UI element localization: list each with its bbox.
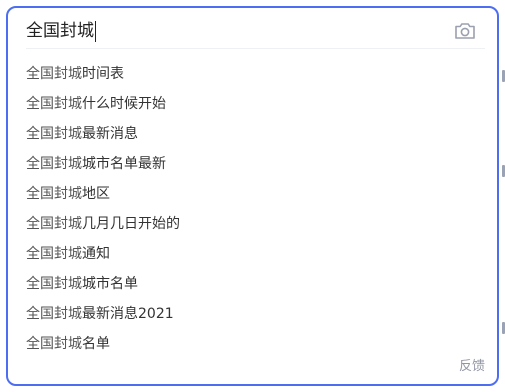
suggestion-prefix: 全国封城 [26, 216, 82, 232]
suggestion-completion: 城市名单 [82, 276, 138, 292]
suggestion-prefix: 全国封城 [26, 96, 82, 112]
suggestion-item[interactable]: 全国封城时间表 [8, 59, 497, 89]
suggestion-prefix: 全国封城 [26, 156, 82, 172]
suggestion-completion: 最新消息2021 [82, 306, 174, 322]
suggestion-prefix: 全国封城 [26, 276, 82, 292]
suggestion-item[interactable]: 全国封城城市名单最新 [8, 149, 497, 179]
suggestion-prefix: 全国封城 [26, 66, 82, 82]
search-input-row[interactable]: 全国封城 [26, 16, 485, 46]
search-input[interactable]: 全国封城 [26, 20, 94, 42]
camera-icon[interactable] [453, 19, 477, 43]
suggestion-completion: 几月几日开始的 [82, 216, 180, 232]
search-dropdown: 全国封城 全国封城时间表 全国封城什么时候开始 全国封城最新消息 全国封城城市名单最新… [6, 6, 499, 386]
suggestion-completion: 时间表 [82, 66, 124, 82]
suggestion-prefix: 全国封城 [26, 126, 82, 142]
suggestion-item[interactable]: 全国封城最新消息 [8, 119, 497, 149]
suggestion-item[interactable]: 全国封城城市名单 [8, 269, 497, 299]
suggestion-item[interactable]: 全国封城地区 [8, 179, 497, 209]
text-cursor [95, 20, 96, 42]
suggestion-item[interactable]: 全国封城名单 [8, 329, 497, 359]
suggestion-prefix: 全国封城 [26, 336, 82, 352]
suggestion-completion: 最新消息 [82, 126, 138, 142]
suggestion-prefix: 全国封城 [26, 246, 82, 262]
suggestion-item[interactable]: 全国封城什么时候开始 [8, 89, 497, 119]
search-suggestion-page: 全国封城 全国封城时间表 全国封城什么时候开始 全国封城最新消息 全国封城城市名单最新… [0, 0, 505, 392]
suggestion-completion: 什么时候开始 [82, 96, 166, 112]
suggestion-item[interactable]: 全国封城几月几日开始的 [8, 209, 497, 239]
suggestion-completion: 名单 [82, 336, 110, 352]
suggestion-completion: 通知 [82, 246, 110, 262]
input-divider [26, 48, 485, 49]
suggestion-list: 全国封城时间表 全国封城什么时候开始 全国封城最新消息 全国封城城市名单最新 全国封城地… [8, 59, 497, 359]
feedback-link[interactable]: 反馈 [459, 355, 485, 374]
suggestion-item[interactable]: 全国封城最新消息2021 [8, 299, 497, 329]
suggestion-prefix: 全国封城 [26, 186, 82, 202]
suggestion-item[interactable]: 全国封城通知 [8, 239, 497, 269]
suggestion-prefix: 全国封城 [26, 306, 82, 322]
suggestion-completion: 城市名单最新 [82, 156, 166, 172]
suggestion-completion: 地区 [82, 186, 110, 202]
